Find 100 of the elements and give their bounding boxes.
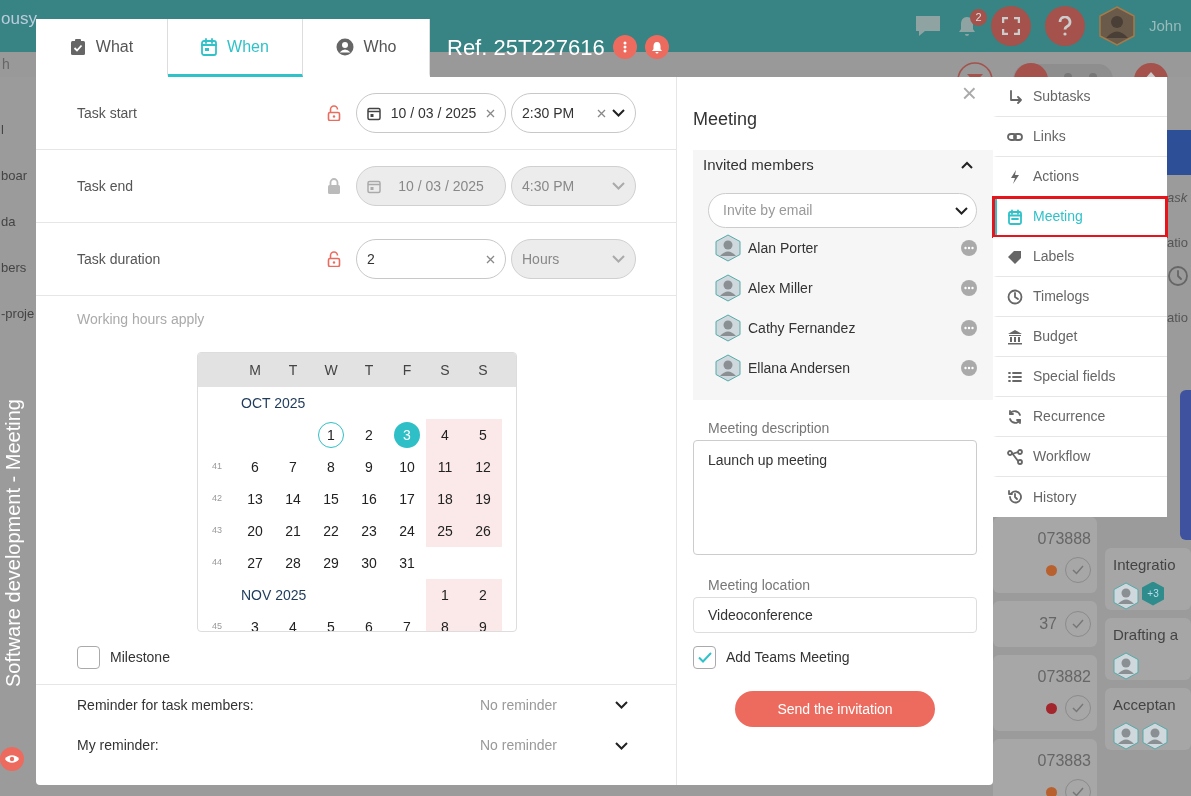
toggle-icon[interactable] bbox=[1013, 62, 1113, 77]
card-title: atio bbox=[1166, 234, 1189, 252]
member-name: Alex Miller bbox=[748, 278, 814, 298]
calendar-icon bbox=[367, 105, 381, 121]
clock-icon bbox=[1167, 265, 1189, 288]
week-number: 41 bbox=[212, 460, 222, 474]
panel-title: Meeting bbox=[693, 108, 758, 131]
dots-icon bbox=[622, 41, 627, 53]
calendar-day[interactable]: 7 bbox=[280, 454, 306, 480]
calendar-day[interactable]: 28 bbox=[280, 550, 306, 576]
calendar-day[interactable]: 8 bbox=[318, 454, 344, 480]
tab[interactable]: Who bbox=[303, 19, 430, 77]
calendar-day[interactable]: 16 bbox=[356, 486, 382, 512]
calendar-day[interactable]: 4 bbox=[280, 614, 306, 631]
calendar-day[interactable]: 30 bbox=[356, 550, 382, 576]
check-icon bbox=[697, 651, 712, 663]
calendar-day[interactable]: 9 bbox=[356, 454, 382, 480]
clear-icon[interactable] bbox=[597, 108, 606, 118]
clear-icon[interactable] bbox=[486, 108, 495, 118]
calendar-day[interactable]: 29 bbox=[318, 550, 344, 576]
unlocked-lock-icon[interactable] bbox=[327, 105, 341, 121]
calendar-day[interactable]: 31 bbox=[394, 550, 420, 576]
avatar-icon bbox=[1142, 721, 1168, 750]
member-name: Cathy Fernandez bbox=[748, 318, 857, 338]
visibility-button[interactable] bbox=[0, 747, 24, 771]
sidebar-item[interactable]: -proje bbox=[0, 291, 36, 337]
calendar-day[interactable]: 15 bbox=[318, 486, 344, 512]
sidebar-item[interactable]: da bbox=[0, 199, 36, 245]
unlocked-lock-icon[interactable] bbox=[327, 251, 341, 267]
description-field[interactable]: Launch up meeting bbox=[693, 440, 977, 555]
menu-item[interactable]: Labels bbox=[993, 237, 1167, 277]
bell-icon[interactable] bbox=[957, 15, 977, 38]
clear-icon[interactable] bbox=[486, 254, 495, 264]
chevron-down-icon[interactable] bbox=[615, 741, 628, 750]
weekday-label: T bbox=[363, 360, 375, 380]
avatar-icon bbox=[1113, 721, 1139, 750]
member-name: Alan Porter bbox=[748, 238, 820, 258]
calendar-icon bbox=[201, 37, 218, 56]
sidebar-item[interactable]: l bbox=[0, 107, 36, 153]
lock-icon[interactable] bbox=[327, 178, 341, 194]
calendar-day[interactable]: 20 bbox=[242, 518, 268, 544]
calendar-day[interactable]: 2 bbox=[356, 422, 382, 448]
more-icon[interactable] bbox=[961, 360, 977, 376]
eye-icon bbox=[4, 753, 20, 765]
calendar-day[interactable]: 7 bbox=[394, 614, 420, 631]
teams-checkbox[interactable] bbox=[693, 645, 716, 669]
calendar-day[interactable]: 10 bbox=[394, 454, 420, 480]
fullscreen-button[interactable] bbox=[991, 6, 1031, 46]
card-title: Integratio bbox=[1113, 555, 1177, 575]
chevron-down-icon bbox=[612, 182, 625, 190]
calendar-icon bbox=[1007, 208, 1023, 225]
calendar-day[interactable]: 21 bbox=[280, 518, 306, 544]
calendar-day[interactable]: 23 bbox=[356, 518, 382, 544]
calendar-day[interactable]: 6 bbox=[242, 454, 268, 480]
week-number: 44 bbox=[212, 556, 222, 570]
calendar-day[interactable]: 24 bbox=[394, 518, 420, 544]
week-number: 43 bbox=[212, 524, 222, 538]
field-label: My reminder: bbox=[77, 736, 160, 755]
calendar-day[interactable]: 3 bbox=[242, 614, 268, 631]
milestone-checkbox[interactable] bbox=[77, 645, 100, 669]
location-field[interactable]: Videoconference bbox=[693, 597, 977, 633]
more-icon[interactable] bbox=[961, 240, 977, 256]
member-count: +3 bbox=[1142, 581, 1164, 606]
field-label: Task start bbox=[77, 103, 138, 123]
task-number: 073883 bbox=[1037, 751, 1091, 771]
tab[interactable]: What bbox=[36, 19, 168, 77]
checkbox-label: Milestone bbox=[110, 647, 170, 667]
more-icon[interactable] bbox=[961, 280, 977, 296]
filter-icon[interactable] bbox=[957, 62, 993, 77]
bank-icon bbox=[1007, 328, 1023, 345]
calendar-day[interactable]: 22 bbox=[318, 518, 344, 544]
week-number: 45 bbox=[212, 620, 222, 631]
weekday-label: T bbox=[287, 360, 299, 380]
task-number: 073882 bbox=[1037, 667, 1091, 687]
chevron-down-icon[interactable] bbox=[615, 701, 628, 709]
field-label: Task duration bbox=[77, 249, 162, 269]
working-hours-note: Working hours apply bbox=[76, 310, 206, 329]
tag-icon bbox=[1007, 248, 1023, 265]
calendar-icon bbox=[367, 178, 381, 194]
sidebar-item[interactable]: boar bbox=[0, 153, 36, 199]
calendar-day[interactable]: 6 bbox=[356, 614, 382, 631]
calendar-day[interactable]: 27 bbox=[242, 550, 268, 576]
sidebar-item[interactable]: bers bbox=[0, 245, 36, 291]
avatar-icon bbox=[715, 354, 741, 382]
avatar-icon bbox=[1113, 651, 1139, 680]
help-button[interactable] bbox=[1045, 6, 1085, 46]
calendar-day[interactable]: 5 bbox=[318, 614, 344, 631]
user-avatar-icon[interactable] bbox=[1099, 6, 1135, 46]
check-icon bbox=[1072, 703, 1084, 713]
more-icon[interactable] bbox=[961, 320, 977, 336]
field-label: Task end bbox=[77, 176, 135, 196]
avatar-icon bbox=[1113, 581, 1139, 610]
calendar-day[interactable]: 14 bbox=[280, 486, 306, 512]
chevron-up-icon[interactable] bbox=[961, 161, 973, 169]
menu-item[interactable]: Subtasks bbox=[993, 77, 1167, 117]
app-logo: ousy bbox=[1, 8, 37, 31]
chat-icon[interactable] bbox=[913, 13, 943, 39]
week-number: 42 bbox=[212, 492, 222, 506]
calendar-day[interactable]: 17 bbox=[394, 486, 420, 512]
calendar-day[interactable]: 13 bbox=[242, 486, 268, 512]
